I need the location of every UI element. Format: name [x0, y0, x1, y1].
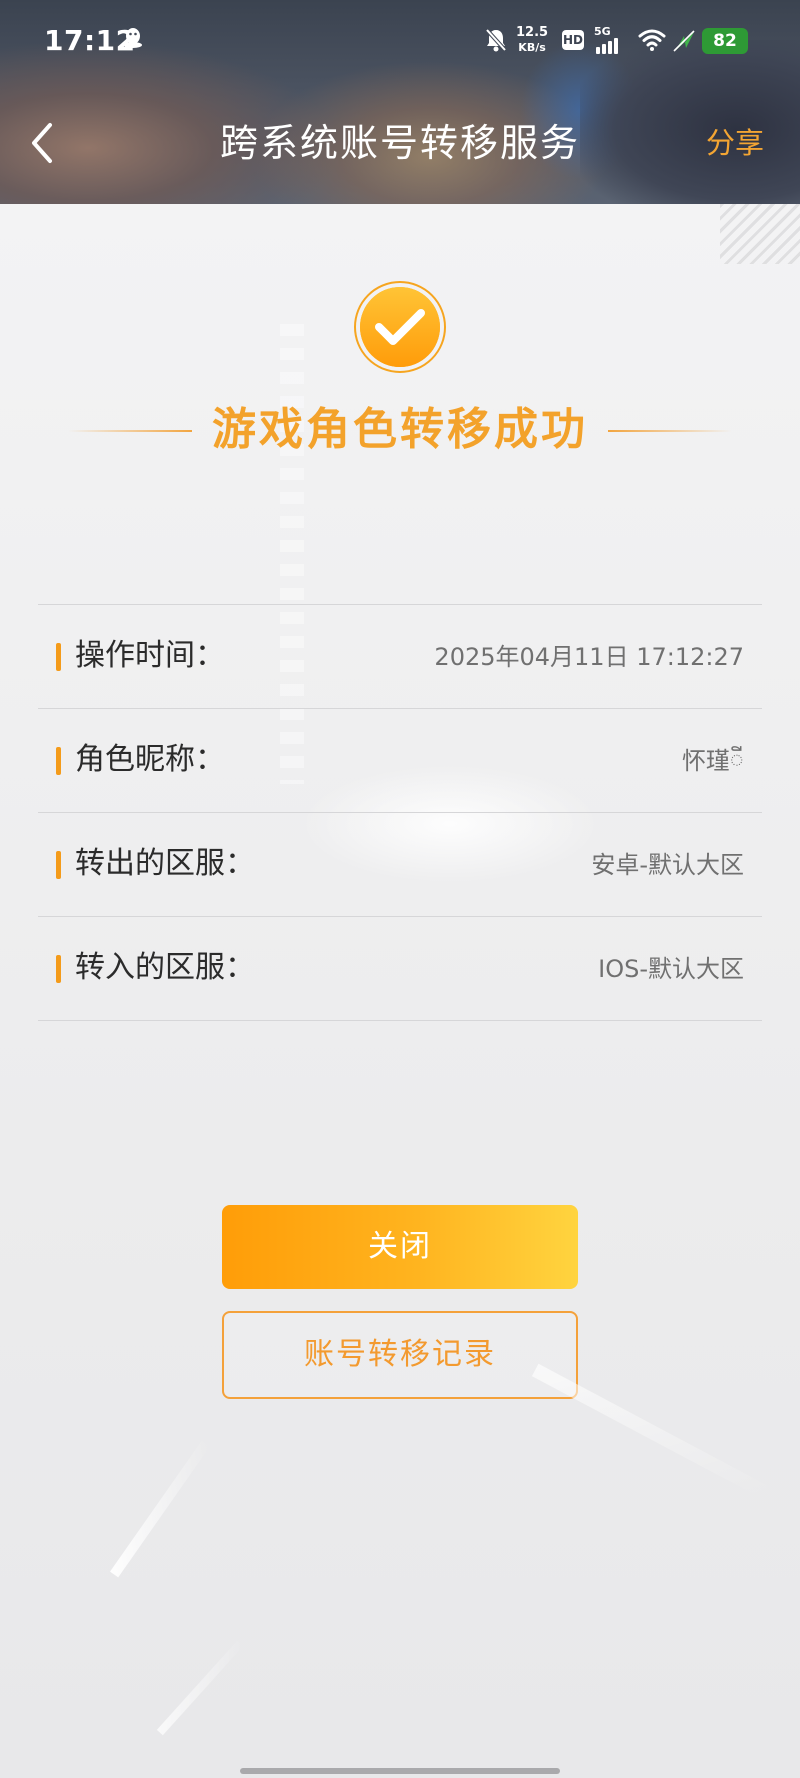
- share-button[interactable]: 分享: [706, 116, 764, 170]
- home-indicator[interactable]: [240, 1768, 560, 1774]
- qq-notification-icon: [122, 26, 144, 57]
- info-marker: [56, 955, 61, 983]
- info-row-operation-time: 操作时间： 2025年04月11日 17:12:27: [38, 605, 762, 709]
- decorative-stripes: [720, 204, 800, 264]
- mute-bell-icon: [484, 27, 508, 60]
- info-marker: [56, 851, 61, 879]
- info-row-target-server: 转入的区服： IOS-默认大区: [38, 917, 762, 1021]
- info-marker: [56, 747, 61, 775]
- info-value: IOS-默认大区: [598, 955, 744, 983]
- network-speed: 12.5 KB/s: [516, 26, 548, 54]
- network-speed-value: 12.5: [516, 25, 549, 40]
- page-title: 跨系统账号转移服务: [219, 121, 580, 165]
- info-value: 2025年04月11日 17:12:27: [434, 643, 744, 671]
- info-marker: [56, 643, 61, 671]
- transfer-info-list: 操作时间： 2025年04月11日 17:12:27 角色昵称： 怀瑾ី 转出的…: [38, 604, 762, 1021]
- nav-bar: 跨系统账号转移服务 分享: [0, 108, 800, 178]
- decorative-shard: [531, 1363, 769, 1499]
- wifi-icon: [638, 28, 666, 59]
- info-label: 操作时间：: [75, 638, 225, 673]
- success-heading: 游戏角色转移成功: [0, 394, 800, 464]
- decorative-shard: [110, 1440, 210, 1578]
- transfer-history-button[interactable]: 账号转移记录: [222, 1311, 578, 1399]
- network-type: 5G: [594, 25, 611, 38]
- status-bar: 17:12 12.5 KB/s HD 5G 82: [0, 0, 800, 80]
- charging-icon: [672, 28, 698, 54]
- info-row-source-server: 转出的区服： 安卓-默认大区: [38, 813, 762, 917]
- check-circle-icon: [353, 280, 447, 374]
- main-content: 游戏角色转移成功 操作时间： 2025年04月11日 17:12:27 角色昵称…: [0, 204, 800, 1778]
- decorative-shard: [156, 1640, 244, 1736]
- battery-icon: 82: [702, 28, 748, 54]
- info-label: 转入的区服：: [75, 950, 255, 985]
- info-value: 安卓-默认大区: [591, 851, 744, 879]
- network-speed-unit: KB/s: [518, 41, 546, 54]
- info-label: 转出的区服：: [75, 846, 255, 881]
- info-value: 怀瑾ី: [681, 747, 744, 775]
- hd-icon: HD: [562, 30, 584, 50]
- header-banner: 17:12 12.5 KB/s HD 5G 82 跨系统账号转移服务 分享: [0, 0, 800, 204]
- close-button[interactable]: 关闭: [222, 1205, 578, 1289]
- info-row-nickname: 角色昵称： 怀瑾ី: [38, 709, 762, 813]
- signal-icon: 5G: [594, 26, 626, 54]
- heading-divider-right: [608, 430, 732, 432]
- info-label: 角色昵称：: [75, 742, 225, 777]
